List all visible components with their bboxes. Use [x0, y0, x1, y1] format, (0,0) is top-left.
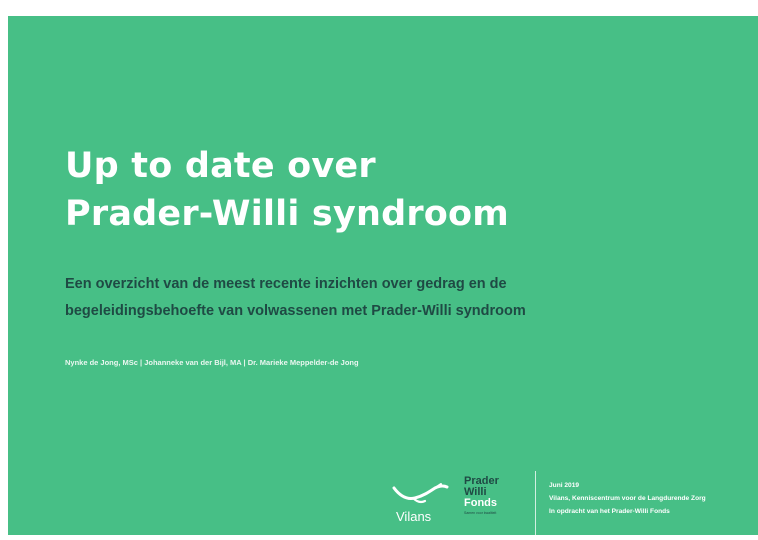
author-list: Nynke de Jong, MSc | Johanneke van der B…: [65, 358, 359, 367]
vilans-logo: Vilans: [391, 482, 451, 528]
publisher: Vilans, Kenniscentrum voor de Langdurend…: [549, 495, 706, 502]
document-subtitle: Een overzicht van de meest recente inzic…: [65, 271, 526, 325]
vilans-logo-text: Vilans: [396, 509, 432, 524]
commissioned-by: In opdracht van het Prader-Willi Fonds: [549, 508, 670, 515]
document-title: Up to date over Prader-Willi syndroom: [65, 142, 509, 238]
pw-logo-tagline: Samen voor kwaliteit: [464, 511, 497, 515]
footer-divider: [535, 471, 536, 535]
pw-logo-word: Fonds: [464, 497, 497, 509]
title-line: Up to date over: [65, 146, 376, 186]
publication-date: Juni 2019: [549, 482, 580, 489]
cover-page: Up to date over Prader-Willi syndroom Ee…: [8, 16, 758, 535]
prader-willi-fonds-logo: Prader Willi Fonds Samen voor kwaliteit: [464, 476, 524, 530]
subtitle-line: begeleidingsbehoefte van volwassenen met…: [65, 303, 526, 319]
vilans-swoosh-icon: [392, 483, 449, 504]
subtitle-line: Een overzicht van de meest recente inzic…: [65, 276, 507, 292]
title-line: Prader-Willi syndroom: [65, 194, 509, 234]
publication-meta: Juni 2019 Vilans, Kenniscentrum voor de …: [549, 479, 706, 518]
